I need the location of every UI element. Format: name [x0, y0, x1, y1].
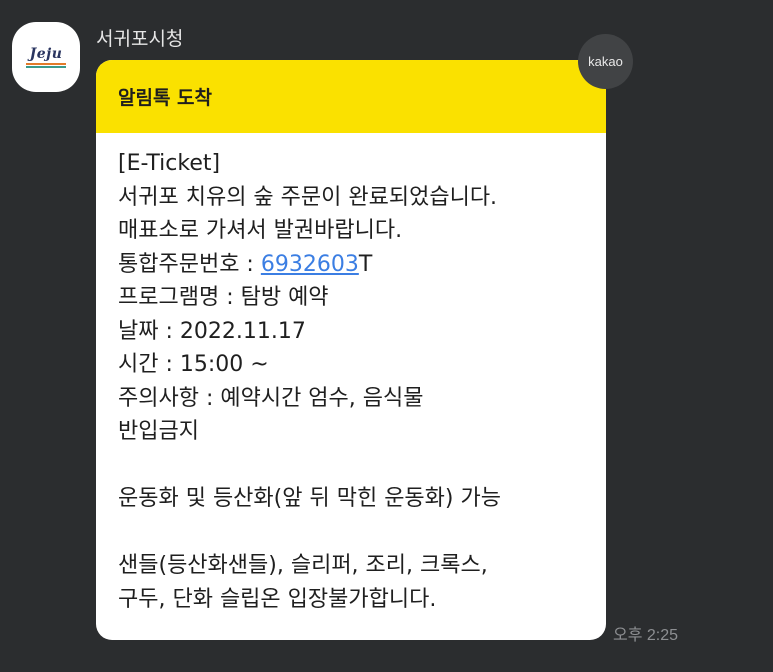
message-line: [E-Ticket]	[118, 151, 221, 176]
message-header-title: 알림톡 도착	[118, 87, 213, 109]
sender-name: 서귀포시청	[96, 28, 184, 50]
order-number-line: 통합주문번호 : 6932603T	[118, 248, 588, 282]
message-line: 구두, 단화 슬립온 입장불가합니다.	[118, 586, 437, 612]
message-line: 매표소로 가셔서 발권바랍니다.	[118, 218, 403, 243]
jeju-logo-lines-icon	[26, 62, 66, 68]
jeju-logo: Jeju	[29, 45, 63, 62]
message-line: 날짜 : 2022.11.17	[118, 318, 306, 344]
message-bubble[interactable]: 알림톡 도착 [E-Ticket] 서귀포 치유의 숲 주문이 완료되었습니다.…	[96, 60, 606, 640]
message-timestamp: 오후 2:25	[613, 627, 679, 644]
message-line: 주의사항 : 예약시간 엄수, 음식물	[118, 385, 424, 411]
order-number-suffix: T	[358, 251, 373, 277]
message-body: [E-Ticket] 서귀포 치유의 숲 주문이 완료되었습니다. 매표소로 가…	[96, 133, 606, 616]
message-line: 반입금지	[118, 419, 199, 444]
sender-avatar[interactable]: Jeju	[12, 22, 80, 92]
order-number-label: 통합주문번호 :	[118, 251, 261, 277]
message-line: 시간 : 15:00 ~	[118, 352, 269, 377]
message-line: 프로그램명 : 탐방 예약	[118, 285, 329, 310]
message-line: 샌들(등산화샌들), 슬리퍼, 조리, 크록스,	[118, 553, 488, 578]
message-line: 운동화 및 등산화(앞 뒤 막힌 운동화) 가능	[118, 486, 501, 511]
order-number-link[interactable]: 6932603	[261, 252, 359, 277]
message-header: 알림톡 도착	[96, 60, 606, 133]
kakao-badge: kakao	[578, 34, 633, 89]
message-line: 서귀포 치유의 숲 주문이 완료되었습니다.	[118, 184, 498, 210]
